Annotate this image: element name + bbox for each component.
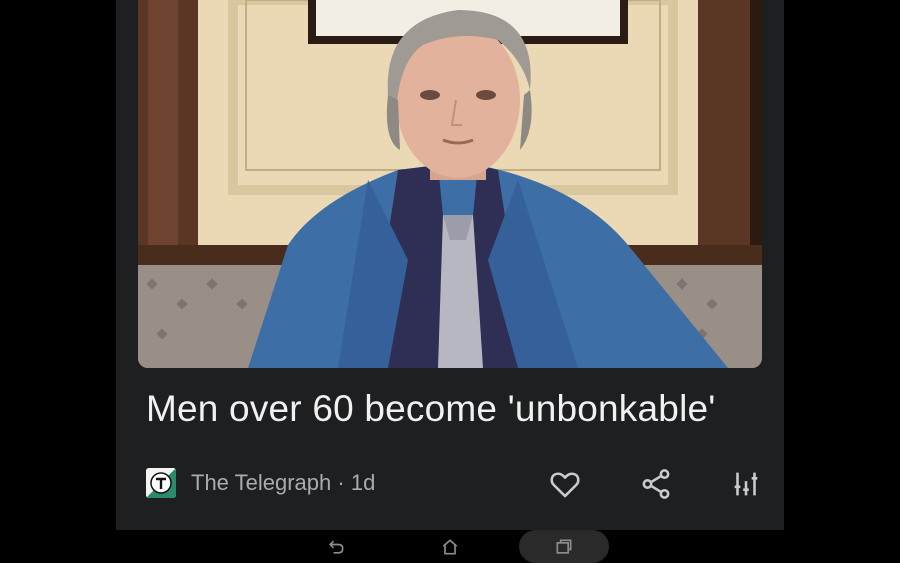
article-headline[interactable]: Men over 60 become 'unbonkable' [146,388,716,430]
article-age: 1d [350,470,376,495]
adjust-button[interactable] [724,462,768,506]
article-photo [138,0,762,368]
nav-back-button[interactable] [316,530,356,563]
system-navbar [0,530,900,563]
sliders-icon [734,472,758,496]
recent-apps-icon [556,539,572,554]
article-image[interactable] [138,0,762,368]
news-card[interactable]: Men over 60 become 'unbonkable' The Tele… [116,0,784,530]
back-icon [328,540,344,554]
heart-icon [550,472,580,498]
share-icon [642,469,670,499]
meta-separator: · [337,470,345,495]
like-button[interactable] [543,462,587,506]
nav-recent-button[interactable] [519,530,609,563]
source-name[interactable]: The Telegraph [191,470,331,495]
nav-home-button[interactable] [430,530,470,563]
source-line[interactable]: The Telegraph · 1d [191,470,375,496]
article-meta: The Telegraph · 1d [146,466,375,500]
telegraph-logo-icon [146,468,176,498]
share-button[interactable] [634,462,678,506]
home-icon [442,538,458,554]
